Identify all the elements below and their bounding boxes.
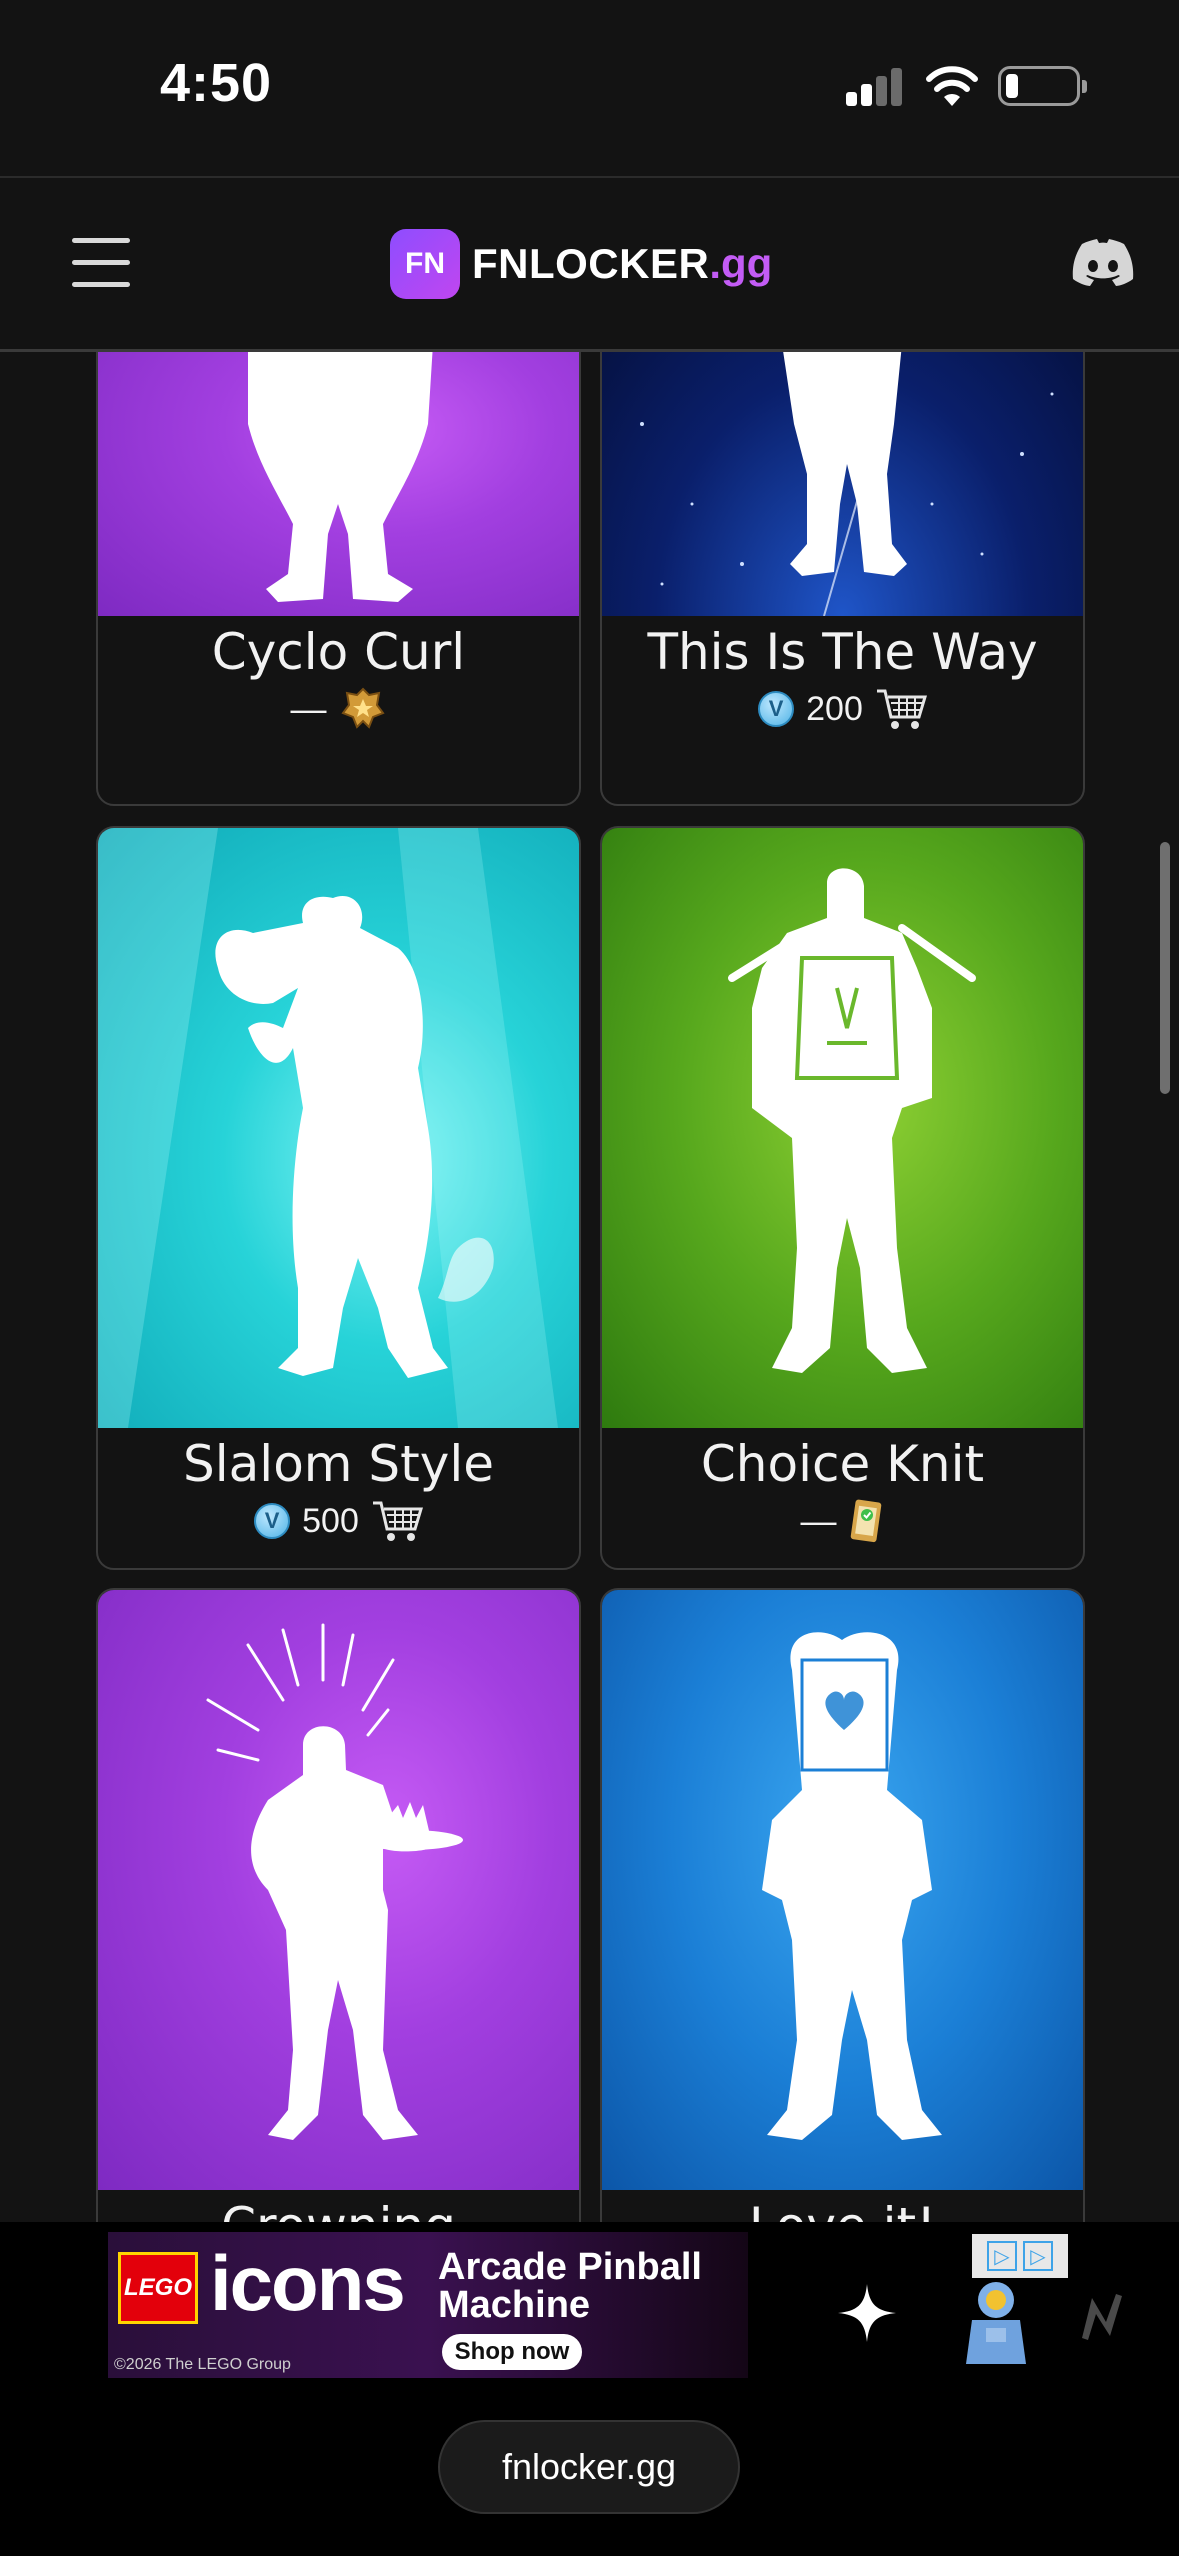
site-header: FN FNLOCKER .gg bbox=[0, 176, 1179, 352]
emote-image bbox=[98, 1590, 579, 2190]
emote-info: Choice Knit — bbox=[602, 1434, 1083, 1546]
emote-card[interactable]: This Is The Way V 200 bbox=[600, 352, 1085, 806]
address-bar[interactable]: fnlocker.gg bbox=[438, 2420, 740, 2514]
emote-name: Cyclo Curl bbox=[211, 623, 466, 681]
brand-tld: .gg bbox=[709, 240, 773, 287]
emote-name: Choice Knit bbox=[700, 1435, 985, 1493]
sparkle-icon bbox=[838, 2284, 896, 2342]
emote-silhouette bbox=[728, 868, 976, 1373]
emote-meta: — bbox=[98, 684, 579, 734]
emote-price: 200 bbox=[806, 689, 863, 728]
cart-icon bbox=[372, 1501, 423, 1541]
discord-icon[interactable] bbox=[1072, 238, 1134, 286]
wifi-icon bbox=[926, 66, 978, 106]
emote-price: — bbox=[800, 1500, 837, 1541]
emote-price: 500 bbox=[302, 1501, 359, 1540]
emote-name: Love it! bbox=[602, 2196, 1083, 2222]
emote-silhouette bbox=[640, 352, 1054, 616]
emote-image bbox=[602, 1590, 1083, 2190]
emote-name: Crowning bbox=[98, 2196, 579, 2222]
brand-link[interactable]: FN FNLOCKER .gg bbox=[390, 228, 772, 300]
emote-info: Love it! bbox=[602, 2196, 1083, 2222]
quest-card-icon bbox=[850, 1499, 881, 1543]
emote-card[interactable]: Slalom Style V 500 bbox=[96, 826, 581, 1570]
status-time: 4:50 bbox=[160, 53, 273, 113]
emote-silhouette bbox=[248, 352, 433, 602]
emote-silhouette bbox=[206, 1623, 463, 2140]
emote-name: This Is The Way bbox=[647, 623, 1038, 681]
ad-choices-icon[interactable]: ▷ ▷ bbox=[972, 2234, 1068, 2278]
emote-image bbox=[98, 828, 579, 1428]
emote-meta: — bbox=[602, 1496, 1083, 1546]
lego-logo: LEGO bbox=[118, 2252, 198, 2324]
emote-meta: V 500 bbox=[98, 1496, 579, 1546]
emote-image bbox=[98, 352, 579, 616]
ad-headline: icons bbox=[210, 2239, 406, 2327]
vbucks-icon: V bbox=[758, 691, 795, 727]
emote-info: Crowning bbox=[98, 2196, 579, 2222]
status-bar: 4:50 bbox=[0, 0, 1179, 176]
emote-silhouette bbox=[762, 1632, 942, 2140]
battery-icon bbox=[998, 66, 1080, 106]
ad-banner[interactable]: LEGO icons Arcade Pinball Machine Shop n… bbox=[108, 2232, 748, 2378]
minifigure-image bbox=[966, 2282, 1026, 2364]
brand-logo: FN bbox=[390, 229, 460, 299]
ad-network-icon bbox=[1082, 2294, 1122, 2340]
cart-icon bbox=[876, 689, 927, 729]
vbucks-icon: V bbox=[254, 1503, 291, 1539]
emote-image bbox=[602, 828, 1083, 1428]
emote-image bbox=[602, 352, 1083, 616]
battle-pass-icon bbox=[340, 687, 385, 729]
menu-icon[interactable] bbox=[72, 238, 130, 288]
cellular-signal-icon bbox=[846, 66, 906, 106]
emote-grid: Cyclo Curl — This Is The Way V 200 Slalo… bbox=[0, 352, 1179, 2222]
emote-info: This Is The Way V 200 bbox=[602, 622, 1083, 734]
emote-info: Cyclo Curl — bbox=[98, 622, 579, 734]
emote-card[interactable]: Crowning bbox=[96, 1588, 581, 2222]
brand-name: FNLOCKER bbox=[472, 240, 710, 287]
battery-tip bbox=[1082, 80, 1087, 93]
emote-silhouette bbox=[98, 828, 558, 1428]
page-scrollbar[interactable] bbox=[1160, 842, 1170, 1094]
emote-meta: V 200 bbox=[602, 684, 1083, 734]
browser-bottom-bar: fnlocker.gg bbox=[0, 2380, 1179, 2556]
emote-info: Slalom Style V 500 bbox=[98, 1434, 579, 1546]
ad-title: Arcade Pinball Machine bbox=[438, 2246, 702, 2326]
emote-card[interactable]: Choice Knit — bbox=[600, 826, 1085, 1570]
emote-price: — bbox=[290, 688, 327, 729]
ad-copyright: ©2026 The LEGO Group bbox=[114, 2356, 291, 2373]
emote-name: Slalom Style bbox=[183, 1435, 494, 1493]
emote-card[interactable]: Love it! bbox=[600, 1588, 1085, 2222]
emote-card[interactable]: Cyclo Curl — bbox=[96, 352, 581, 806]
ad-shop-now-button[interactable]: Shop now bbox=[442, 2334, 582, 2370]
